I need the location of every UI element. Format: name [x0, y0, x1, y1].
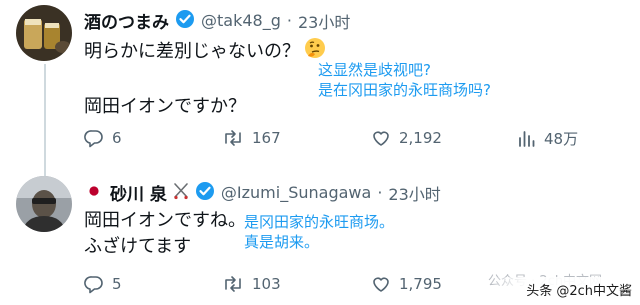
retweet-count: 167 — [252, 129, 281, 147]
separator-dot: · — [377, 183, 383, 202]
translation-annotation: 是冈田家的永旺商场。 真是胡来。 — [244, 212, 394, 252]
avatar[interactable] — [16, 5, 72, 61]
user-handle[interactable]: @tak48_g — [201, 11, 281, 30]
tweet-text: 明らかに差別じゃないの？ — [84, 41, 300, 62]
corner-watermark: 头条 @2ch中文酱 — [526, 284, 632, 299]
annotation-line: 是在冈田家的永旺商场吗? — [318, 81, 491, 99]
verified-badge-icon — [175, 9, 195, 33]
reply-count: 5 — [112, 275, 122, 293]
reply-button[interactable]: 5 — [84, 274, 122, 294]
verified-badge-icon — [195, 181, 215, 205]
like-button[interactable]: 1,795 — [371, 274, 442, 294]
annotation-line: 真是胡来。 — [244, 233, 320, 251]
tweet-header: 砂川 泉 @Izumi_Sunagawa · 23小时 — [84, 180, 441, 205]
tweet-text: 岡田イオンですか？ — [84, 96, 246, 117]
annotation-line: 是冈田家的永旺商场。 — [244, 213, 395, 231]
crossed-swords-icon — [173, 182, 189, 204]
retweet-icon — [222, 128, 244, 148]
like-count: 2,192 — [399, 129, 442, 147]
tweet-header: 酒のつまみ @tak48_g · 23小时 — [84, 8, 350, 33]
bar-chart-icon — [516, 129, 536, 149]
retweet-button[interactable]: 103 — [222, 274, 281, 294]
avatar[interactable] — [16, 176, 72, 232]
views-button[interactable]: 48万 — [516, 128, 578, 149]
retweet-count: 103 — [252, 275, 281, 293]
heart-icon — [371, 274, 391, 294]
reply-count: 6 — [112, 129, 122, 147]
separator-dot: · — [286, 11, 292, 30]
views-count: 48万 — [544, 130, 579, 148]
timestamp[interactable]: 23小时 — [298, 9, 350, 33]
display-name[interactable]: 酒のつまみ — [84, 8, 169, 33]
japan-flag-icon — [84, 182, 104, 203]
like-button[interactable]: 2,192 — [371, 128, 442, 148]
reply-button[interactable]: 6 — [84, 128, 122, 148]
heart-icon — [371, 128, 391, 148]
like-count: 1,795 — [399, 275, 442, 293]
timestamp[interactable]: 23小时 — [388, 181, 440, 205]
retweet-icon — [222, 274, 244, 294]
retweet-button[interactable]: 167 — [222, 128, 281, 148]
reply-icon — [84, 274, 104, 294]
tweet-text-line1: 明らかに差別じゃないの？ — [84, 37, 326, 63]
tweet-text: 岡田イオンですね。 — [84, 210, 246, 231]
display-name[interactable]: 砂川 泉 — [110, 180, 167, 205]
annotation-line: 这显然是歧视吧? — [318, 61, 431, 79]
thread-line — [44, 64, 46, 176]
translation-annotation: 这显然是歧视吧? 是在冈田家的永旺商场吗? — [318, 60, 491, 100]
reply-icon — [84, 128, 104, 148]
user-handle[interactable]: @Izumi_Sunagawa — [221, 183, 371, 202]
tweet-text: ふざけてます — [84, 236, 192, 257]
